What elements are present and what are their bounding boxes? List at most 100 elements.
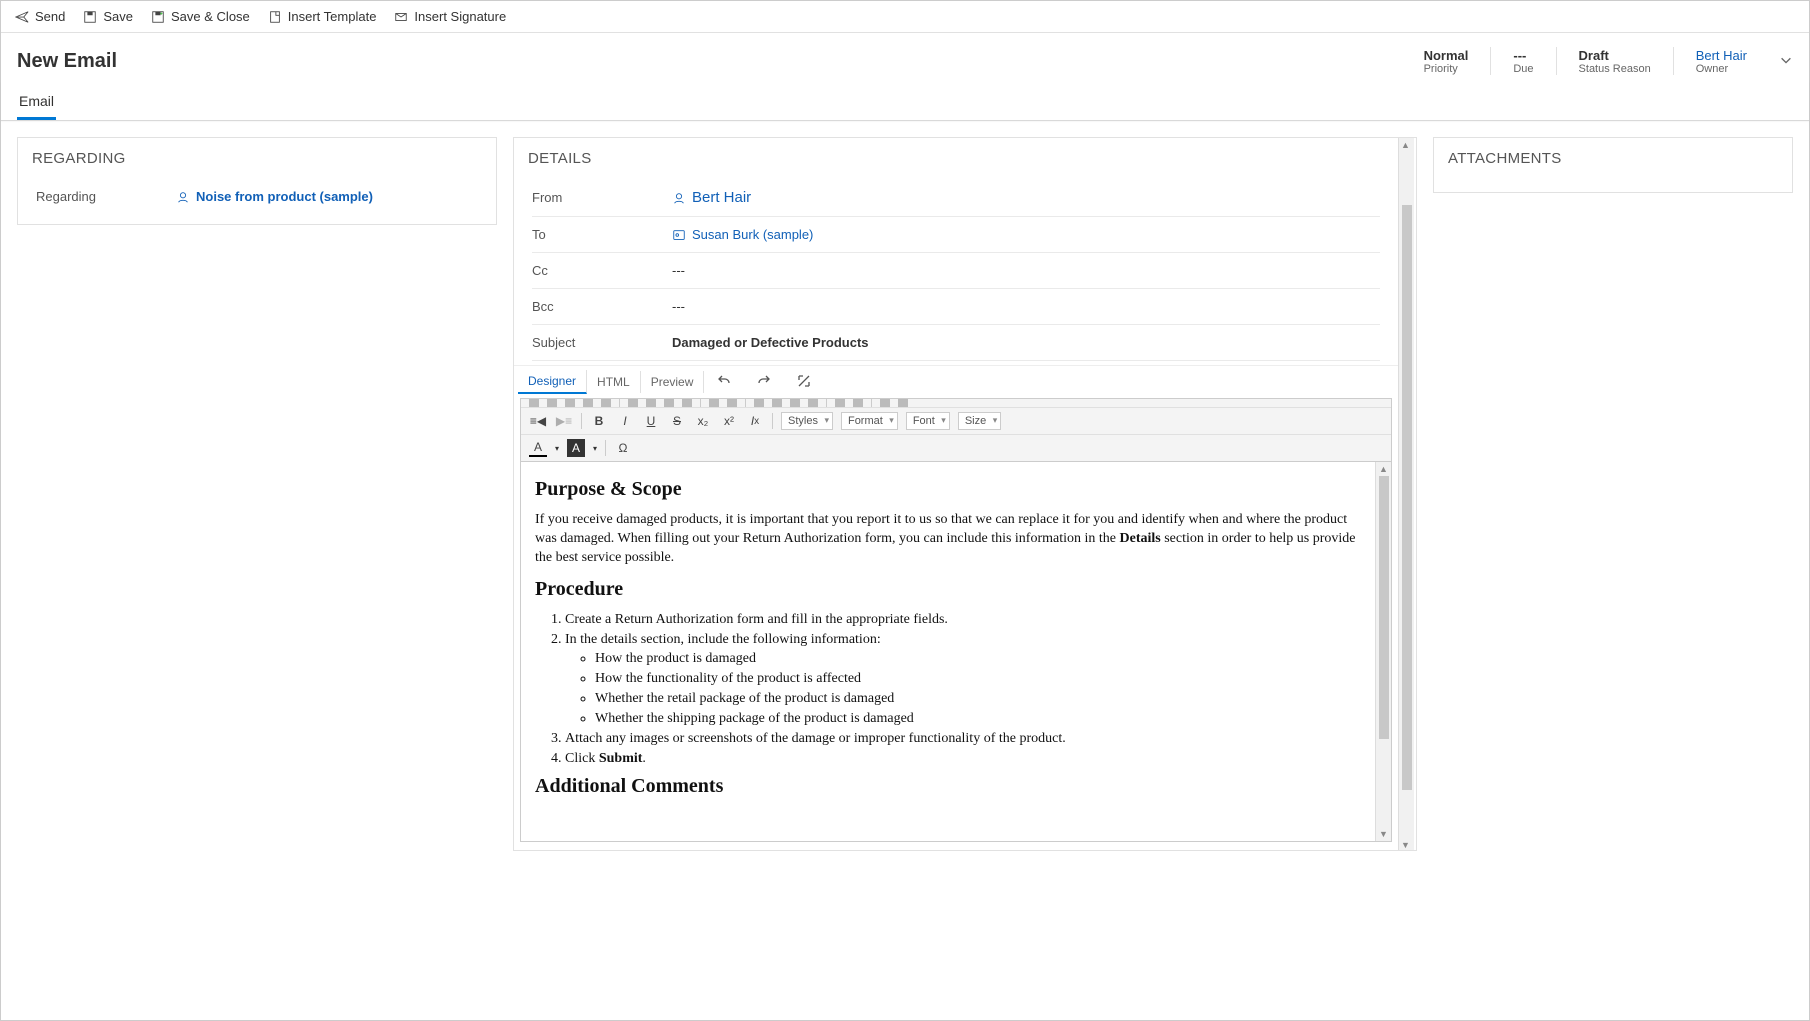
remove-format-button[interactable]: Ix xyxy=(746,412,764,430)
format-dropdown[interactable]: Format xyxy=(841,412,898,430)
send-button[interactable]: Send xyxy=(15,9,65,24)
fullscreen-button[interactable] xyxy=(784,373,824,392)
priority-label: Priority xyxy=(1424,63,1469,75)
divider xyxy=(619,399,620,407)
save-label: Save xyxy=(103,9,133,24)
toolbar-icon[interactable] xyxy=(898,399,908,407)
toolbar-icon[interactable] xyxy=(529,399,539,407)
toolbar-icon[interactable] xyxy=(565,399,575,407)
details-title: DETAILS xyxy=(514,138,1398,179)
panel-scrollbar[interactable]: ▲ ▼ xyxy=(1398,138,1414,850)
insert-template-button[interactable]: Insert Template xyxy=(268,9,377,24)
tab-html[interactable]: HTML xyxy=(587,371,641,393)
toolbar-icon[interactable] xyxy=(853,399,863,407)
size-dropdown[interactable]: Size xyxy=(958,412,1001,430)
toolbar-icon[interactable] xyxy=(709,399,719,407)
form-tabs: Email xyxy=(1,81,1809,121)
heading-procedure: Procedure xyxy=(535,578,1361,601)
divider xyxy=(605,440,606,456)
save-close-button[interactable]: + Save & Close xyxy=(151,9,250,24)
scroll-down-icon[interactable]: ▼ xyxy=(1377,827,1390,841)
li4-a: Click xyxy=(565,751,599,766)
redo-button[interactable] xyxy=(744,373,784,392)
styles-dropdown[interactable]: Styles xyxy=(781,412,833,430)
scroll-thumb[interactable] xyxy=(1402,205,1412,790)
from-value[interactable]: Bert Hair xyxy=(672,189,1380,206)
scroll-up-icon[interactable]: ▲ xyxy=(1399,138,1414,150)
scroll-track[interactable] xyxy=(1399,150,1414,838)
email-body[interactable]: Purpose & Scope If you receive damaged p… xyxy=(521,462,1375,841)
save-button[interactable]: Save xyxy=(83,9,133,24)
superscript-button[interactable]: x² xyxy=(720,412,738,430)
underline-button[interactable]: U xyxy=(642,412,660,430)
toolbar-icon[interactable] xyxy=(547,399,557,407)
toolbar-icon[interactable] xyxy=(646,399,656,407)
page-title: New Email xyxy=(17,50,117,73)
outdent-button[interactable]: ≡◀ xyxy=(529,412,547,430)
bold-button[interactable]: B xyxy=(590,412,608,430)
divider xyxy=(700,399,701,407)
bcc-value[interactable]: --- xyxy=(672,299,1380,314)
regarding-value[interactable]: Noise from product (sample) xyxy=(166,189,478,204)
regarding-title: REGARDING xyxy=(18,138,496,179)
toolbar-icon[interactable] xyxy=(880,399,890,407)
insert-signature-label: Insert Signature xyxy=(414,9,506,24)
editor-scrollbar[interactable]: ▲ ▼ xyxy=(1375,462,1391,841)
list-item: How the functionality of the product is … xyxy=(595,670,1361,689)
toolbar-icon[interactable] xyxy=(583,399,593,407)
expand-header-button[interactable] xyxy=(1779,53,1793,70)
cc-value[interactable]: --- xyxy=(672,263,1380,278)
status-block: Draft Status Reason xyxy=(1579,48,1651,75)
toolbar-icon[interactable] xyxy=(790,399,800,407)
toolbar-icon[interactable] xyxy=(601,399,611,407)
header-meta: Normal Priority --- Due Draft Status Rea… xyxy=(1424,47,1793,75)
toolbar-icon[interactable] xyxy=(628,399,638,407)
divider xyxy=(745,399,746,407)
chevron-down-icon xyxy=(1779,53,1793,67)
owner-label: Owner xyxy=(1696,63,1747,75)
attachments-title: ATTACHMENTS xyxy=(1434,138,1792,179)
divider xyxy=(772,413,773,429)
to-text: Susan Burk (sample) xyxy=(692,227,813,242)
list-item: Whether the retail package of the produc… xyxy=(595,690,1361,709)
status-label: Status Reason xyxy=(1579,63,1651,75)
expand-icon xyxy=(796,373,812,389)
person-icon xyxy=(672,191,686,205)
text-color-button[interactable]: A xyxy=(529,439,547,457)
special-char-button[interactable]: Ω xyxy=(614,439,632,457)
toolbar-icon[interactable] xyxy=(754,399,764,407)
send-icon xyxy=(15,10,29,24)
undo-icon xyxy=(716,373,732,389)
toolbar-icon[interactable] xyxy=(727,399,737,407)
subscript-button[interactable]: x₂ xyxy=(694,412,712,430)
insert-signature-button[interactable]: Insert Signature xyxy=(394,9,506,24)
subject-value[interactable]: Damaged or Defective Products xyxy=(672,335,1380,350)
indent-button[interactable]: ▶≡ xyxy=(555,412,573,430)
bg-color-button[interactable]: A xyxy=(567,439,585,457)
scroll-thumb[interactable] xyxy=(1379,476,1389,739)
scroll-track[interactable] xyxy=(1379,476,1389,827)
scroll-down-icon[interactable]: ▼ xyxy=(1399,838,1414,850)
italic-button[interactable]: I xyxy=(616,412,634,430)
tab-designer[interactable]: Designer xyxy=(518,370,587,394)
details-panel: DETAILS From Bert Hair To Susan Burk (sa… xyxy=(513,137,1417,851)
to-value[interactable]: Susan Burk (sample) xyxy=(672,227,1380,242)
save-close-icon: + xyxy=(151,10,165,24)
save-icon xyxy=(83,10,97,24)
from-label: From xyxy=(532,190,672,205)
font-dropdown[interactable]: Font xyxy=(906,412,950,430)
insert-template-label: Insert Template xyxy=(288,9,377,24)
scroll-up-icon[interactable]: ▲ xyxy=(1377,462,1390,476)
owner-value[interactable]: Bert Hair xyxy=(1696,48,1747,63)
strike-button[interactable]: S xyxy=(668,412,686,430)
toolbar-icon[interactable] xyxy=(682,399,692,407)
toolbar-icon[interactable] xyxy=(664,399,674,407)
toolbar-icon[interactable] xyxy=(772,399,782,407)
record-header: New Email Normal Priority --- Due Draft … xyxy=(1,33,1809,81)
undo-button[interactable] xyxy=(704,373,744,392)
tab-email[interactable]: Email xyxy=(17,85,56,120)
tab-preview[interactable]: Preview xyxy=(641,371,705,393)
toolbar-icon[interactable] xyxy=(835,399,845,407)
save-close-label: Save & Close xyxy=(171,9,250,24)
toolbar-icon[interactable] xyxy=(808,399,818,407)
